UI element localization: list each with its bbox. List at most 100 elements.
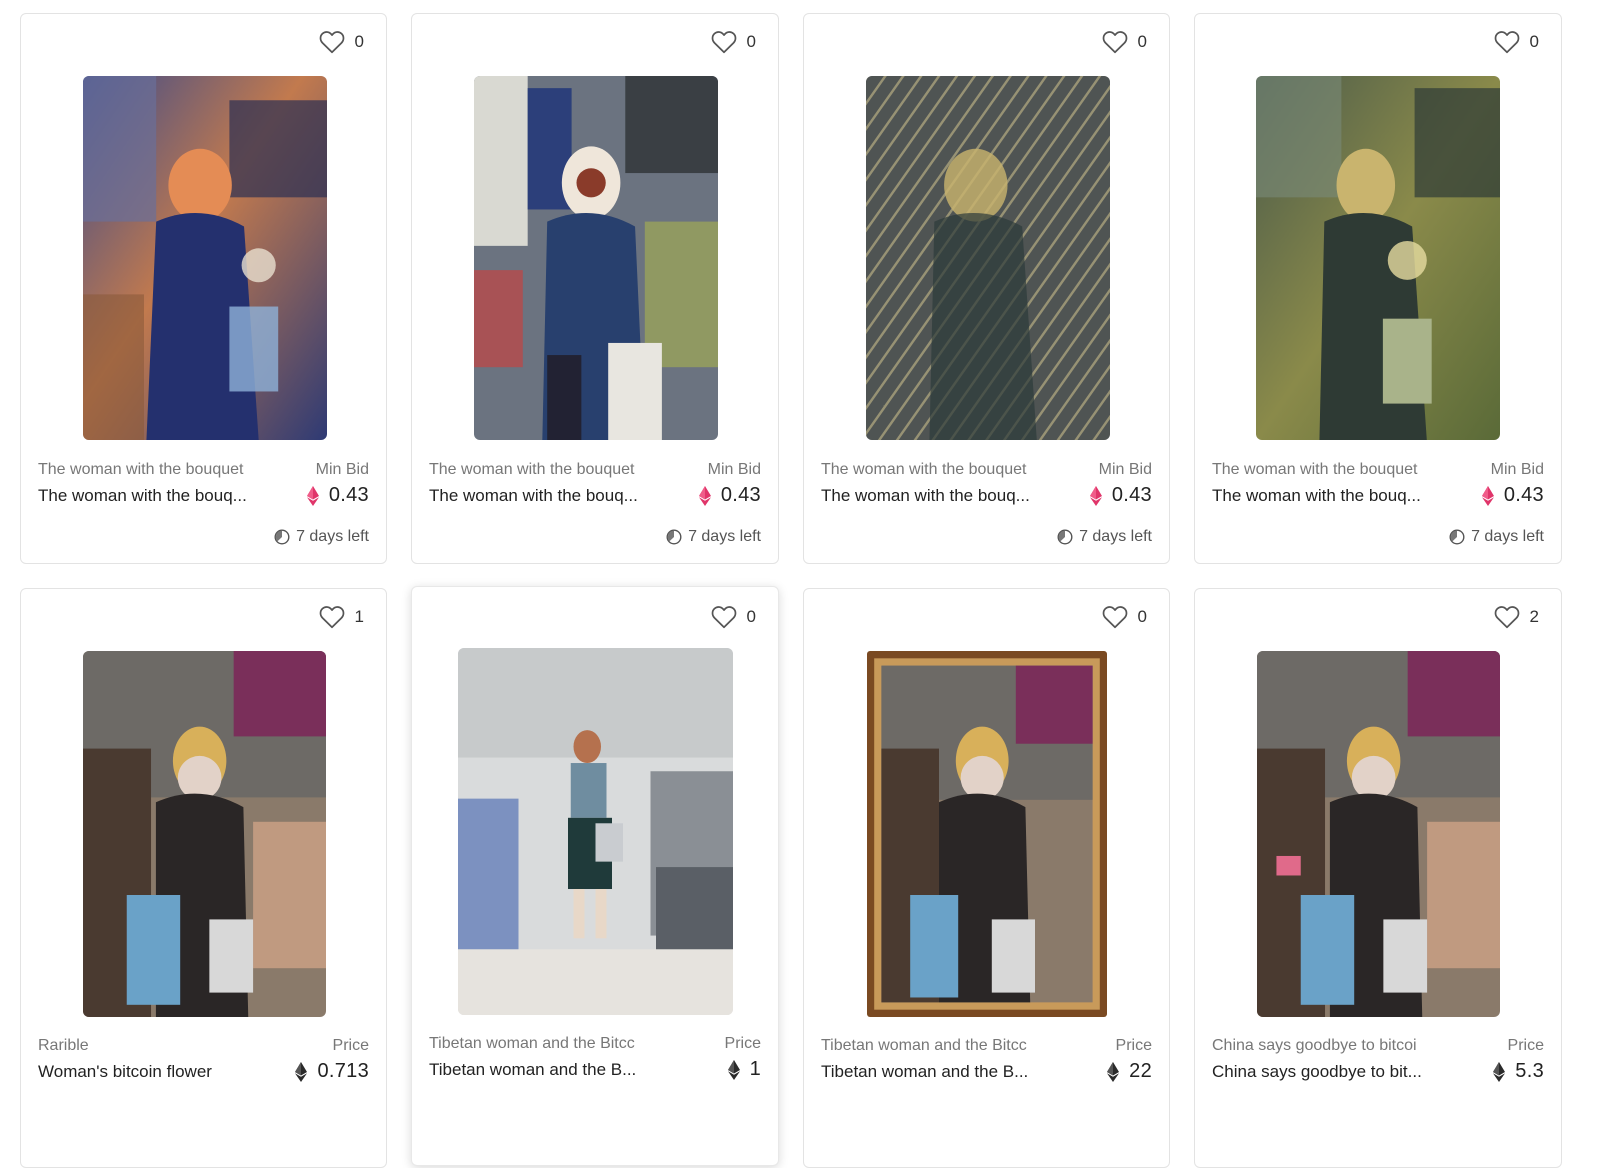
price: 0.43 [1089, 484, 1152, 507]
time-left: 7 days left [1449, 528, 1544, 546]
like-button[interactable]: 1 [319, 605, 364, 629]
like-count: 0 [1529, 32, 1539, 51]
price: 0.43 [698, 484, 761, 507]
ethereum-icon [1089, 485, 1102, 506]
nft-card-3[interactable]: 0 The woman with the bouquet The woman w… [803, 13, 1170, 564]
like-count: 0 [1137, 32, 1147, 51]
collection-name: The woman with the bouquet [429, 461, 635, 478]
time-left-text: 7 days left [296, 528, 369, 545]
nft-artwork-image[interactable] [1257, 651, 1500, 1017]
item-title: The woman with the bouq... [429, 486, 638, 505]
price-label: Min Bid [1098, 461, 1152, 478]
collection-name: Tibetan woman and the Bitcc [821, 1037, 1027, 1054]
ethereum-icon [727, 1059, 740, 1080]
nft-card-8[interactable]: 2 China says goodbye to bitcoi China say… [1194, 588, 1562, 1168]
item-title: China says goodbye to bit... [1212, 1062, 1422, 1081]
heart-outline-icon [1494, 31, 1519, 54]
heart-outline-icon [1102, 31, 1127, 54]
heart-outline-icon [319, 31, 344, 54]
like-count: 0 [746, 32, 756, 51]
nft-card-5[interactable]: 1 Rarible Woman's bitcoin flower Price 0… [20, 588, 387, 1168]
nft-card-1[interactable]: 0 The woman with the bouquet The woman w… [20, 13, 387, 564]
ethereum-icon [1493, 1061, 1506, 1082]
time-left-text: 7 days left [688, 528, 761, 545]
heart-outline-icon [711, 606, 736, 629]
price: 0.43 [306, 484, 369, 507]
ethereum-icon [1107, 1061, 1120, 1082]
ethereum-icon [306, 485, 319, 506]
price-label: Price [1507, 1037, 1544, 1054]
price: 1 [727, 1058, 761, 1081]
time-left: 7 days left [274, 528, 369, 546]
collection-name: Rarible [38, 1037, 89, 1054]
item-title: Tibetan woman and the B... [821, 1062, 1029, 1081]
collection-name: The woman with the bouquet [38, 461, 244, 478]
like-count: 1 [354, 607, 364, 626]
like-count: 0 [354, 32, 364, 51]
item-title: The woman with the bouq... [38, 486, 247, 505]
like-count: 0 [746, 607, 756, 626]
like-count: 0 [1137, 607, 1147, 626]
price: 0.713 [295, 1060, 369, 1083]
collection-name: Tibetan woman and the Bitcc [429, 1035, 635, 1052]
item-title: Tibetan woman and the B... [429, 1060, 637, 1079]
timer-icon [1057, 529, 1073, 545]
nft-artwork-image[interactable] [1256, 76, 1500, 440]
price-label: Min Bid [1490, 461, 1544, 478]
nft-artwork-image[interactable] [83, 76, 327, 440]
nft-artwork-image[interactable] [83, 651, 326, 1017]
price-label: Price [724, 1035, 761, 1052]
like-button[interactable]: 0 [1102, 30, 1147, 54]
time-left-text: 7 days left [1471, 528, 1544, 545]
price-value: 0.43 [720, 484, 761, 506]
heart-outline-icon [319, 606, 344, 629]
nft-artwork-image[interactable] [866, 76, 1110, 440]
time-left: 7 days left [666, 528, 761, 546]
heart-outline-icon [1102, 606, 1127, 629]
price-value: 5.3 [1515, 1060, 1544, 1082]
like-button[interactable]: 0 [1494, 30, 1539, 54]
like-count: 2 [1529, 607, 1539, 626]
price: 22 [1107, 1060, 1152, 1083]
price-value: 0.713 [317, 1060, 369, 1082]
timer-icon [1449, 529, 1465, 545]
like-button[interactable]: 0 [711, 605, 756, 629]
timer-icon [274, 529, 290, 545]
timer-icon [666, 529, 682, 545]
price-label: Price [1115, 1037, 1152, 1054]
ethereum-icon [295, 1061, 308, 1082]
item-title: The woman with the bouq... [1212, 486, 1421, 505]
nft-artwork-image[interactable] [458, 648, 733, 1015]
heart-outline-icon [711, 31, 736, 54]
collection-name: China says goodbye to bitcoi [1212, 1037, 1417, 1054]
item-title: Woman's bitcoin flower [38, 1062, 212, 1081]
like-button[interactable]: 0 [711, 30, 756, 54]
time-left: 7 days left [1057, 528, 1152, 546]
nft-card-2[interactable]: 0 The woman with the bouquet The woman w… [411, 13, 779, 564]
like-button[interactable]: 0 [319, 30, 364, 54]
like-button[interactable]: 0 [1102, 605, 1147, 629]
nft-card-4[interactable]: 0 The woman with the bouquet The woman w… [1194, 13, 1562, 564]
time-left-text: 7 days left [1079, 528, 1152, 545]
nft-card-7[interactable]: 0 Tibetan woman and the Bitcc Tibetan wo… [803, 588, 1170, 1168]
collection-name: The woman with the bouquet [821, 461, 1027, 478]
price-value: 0.43 [1111, 484, 1152, 506]
price-label: Min Bid [315, 461, 369, 478]
price-value: 0.43 [1503, 484, 1544, 506]
price-label: Price [332, 1037, 369, 1054]
price: 5.3 [1493, 1060, 1544, 1083]
price: 0.43 [1481, 484, 1544, 507]
collection-name: The woman with the bouquet [1212, 461, 1418, 478]
nft-card-6[interactable]: 0 Tibetan woman and the Bitcc Tibetan wo… [411, 586, 779, 1166]
price-value: 0.43 [328, 484, 369, 506]
like-button[interactable]: 2 [1494, 605, 1539, 629]
nft-artwork-image[interactable] [474, 76, 718, 440]
heart-outline-icon [1494, 606, 1519, 629]
ethereum-icon [1481, 485, 1494, 506]
nft-artwork-image[interactable] [867, 651, 1107, 1017]
item-title: The woman with the bouq... [821, 486, 1030, 505]
ethereum-icon [698, 485, 711, 506]
price-value: 1 [749, 1058, 761, 1080]
price-label: Min Bid [707, 461, 761, 478]
price-value: 22 [1129, 1060, 1152, 1082]
